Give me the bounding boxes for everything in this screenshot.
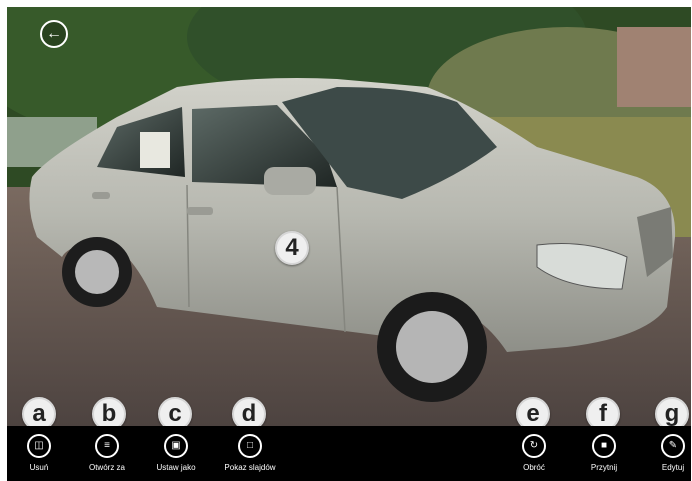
rotate-icon: ↻ xyxy=(522,434,546,458)
edit-label: Edytuj xyxy=(661,463,685,472)
back-button[interactable]: ← xyxy=(40,20,68,48)
app-bar: ◫ Usuń ≡ Otwórz za ▣ Ustaw jako □ Pokaz … xyxy=(7,426,691,481)
slideshow-label: Pokaz slajdów xyxy=(224,463,276,472)
rotate-label: Obróć xyxy=(523,463,545,472)
edit-button[interactable]: ✎ Edytuj xyxy=(638,434,692,478)
delete-label: Usuń xyxy=(29,463,49,472)
edit-icon: ✎ xyxy=(661,434,685,458)
callout-4: 4 xyxy=(275,231,309,265)
back-arrow-icon: ← xyxy=(46,25,62,42)
open-with-icon: ≡ xyxy=(95,434,119,458)
open-with-label: Otwórz za xyxy=(88,463,125,472)
open-with-button[interactable]: ≡ Otwórz za xyxy=(72,434,142,478)
set-as-icon: ▣ xyxy=(164,434,188,458)
crop-icon: ■ xyxy=(592,434,616,458)
slideshow-icon: □ xyxy=(238,434,262,458)
car-photo xyxy=(7,7,691,426)
crop-label: Przytnij xyxy=(590,463,618,472)
set-as-button[interactable]: ▣ Ustaw jako xyxy=(141,434,211,478)
trash-icon: ◫ xyxy=(27,434,51,458)
delete-button[interactable]: ◫ Usuń xyxy=(4,434,74,478)
rotate-button[interactable]: ↻ Obróć xyxy=(499,434,569,478)
photo-viewport[interactable]: ← xyxy=(7,7,691,426)
set-as-label: Ustaw jako xyxy=(156,463,196,472)
crop-button[interactable]: ■ Przytnij xyxy=(569,434,639,478)
slideshow-button[interactable]: □ Pokaz slajdów xyxy=(215,434,285,478)
